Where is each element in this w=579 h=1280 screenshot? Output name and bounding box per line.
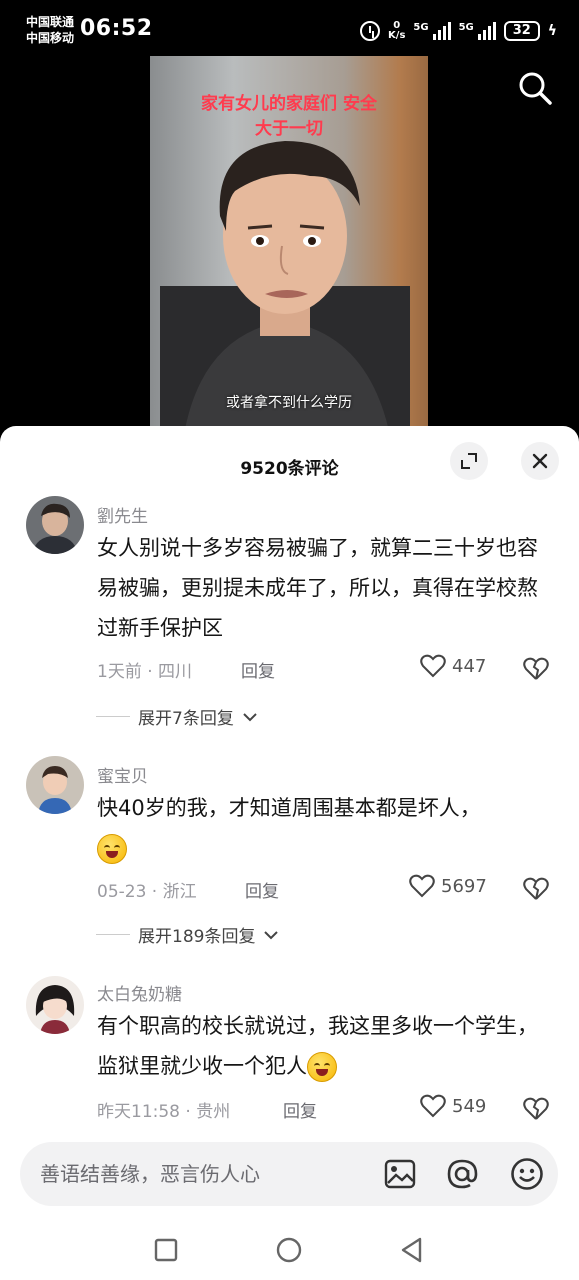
video-player[interactable]: 家有女儿的家庭们 安全 大于一切 或者拿不到什么学历	[150, 56, 428, 436]
grin-emoji-icon	[307, 1052, 337, 1082]
signal-2-icon: 5G	[459, 22, 496, 40]
comment-author[interactable]: 太白兔奶糖	[97, 980, 182, 1005]
heart-icon	[409, 874, 435, 898]
heart-icon	[420, 654, 446, 678]
video-area[interactable]: 家有女儿的家庭们 安全 大于一切 或者拿不到什么学历	[0, 56, 579, 436]
avatar[interactable]	[26, 756, 84, 814]
charging-icon: ϟ	[547, 23, 557, 39]
avatar[interactable]	[26, 496, 84, 554]
chevron-down-icon	[243, 712, 257, 721]
broken-heart-icon[interactable]	[523, 876, 549, 902]
video-title: 家有女儿的家庭们 安全 大于一切	[150, 92, 428, 142]
comment-text: 女人别说十多岁容易被骗了，就算二三十岁也容易被骗，更别提未成年了，所以，真得在学…	[97, 536, 538, 640]
comment-author[interactable]: 蜜宝贝	[97, 762, 148, 787]
comment-meta: 05-23 · 浙江	[97, 882, 197, 902]
comment-input[interactable]	[40, 1142, 360, 1206]
net-speed: 0 K/s	[388, 21, 405, 41]
video-person-image	[160, 141, 410, 436]
carrier-labels: 中国联通 中国移动	[26, 14, 74, 46]
like-button[interactable]: 5697	[409, 874, 487, 898]
avatar[interactable]	[26, 976, 84, 1034]
expand-replies-button[interactable]: 展开189条回复	[96, 922, 279, 947]
carrier-1: 中国联通	[26, 15, 75, 29]
comment-text: 有个职高的校长就说过，我这里多收一个学生，监狱里就少收一个犯人	[97, 1006, 557, 1086]
comment-text-body: 快40岁的我，才知道周围基本都是坏人，	[97, 796, 481, 820]
status-time: 06:52	[80, 16, 153, 41]
like-count: 447	[452, 655, 487, 677]
signal-1-icon: 5G	[413, 22, 451, 40]
like-button[interactable]: 549	[420, 1094, 486, 1118]
close-icon	[532, 453, 548, 469]
at-icon	[447, 1159, 478, 1189]
nav-circle-icon[interactable]	[275, 1236, 303, 1264]
reply-button[interactable]: 回复	[245, 877, 279, 902]
comments-count-title: 9520条评论	[240, 459, 339, 479]
close-button[interactable]	[521, 442, 559, 480]
net-speed-unit: K/s	[388, 30, 406, 41]
search-icon[interactable]	[517, 70, 553, 106]
video-subtitle: 或者拿不到什么学历	[226, 395, 352, 411]
expand-replies-label: 展开7条回复	[138, 709, 234, 729]
expand-button[interactable]	[450, 442, 488, 480]
expand-icon	[461, 453, 477, 469]
like-button[interactable]: 447	[420, 654, 486, 678]
like-count: 549	[452, 1095, 487, 1117]
laugh-sweat-emoji-icon	[97, 834, 127, 864]
signal-2-label: 5G	[458, 22, 474, 33]
chevron-down-icon	[264, 930, 279, 939]
nav-square-icon[interactable]	[152, 1236, 180, 1264]
comment-meta: 1天前 · 四川	[97, 662, 193, 682]
reply-button[interactable]: 回复	[283, 1097, 317, 1122]
carrier-2: 中国移动	[26, 31, 75, 45]
image-icon	[384, 1159, 416, 1189]
expand-replies-button[interactable]: 展开7条回复	[96, 704, 258, 729]
video-title-line-1: 家有女儿的家庭们 安全	[201, 94, 377, 114]
mention-button[interactable]	[444, 1156, 480, 1192]
comment-meta: 昨天11:58 · 贵州	[97, 1102, 231, 1122]
video-title-line-2: 大于一切	[255, 119, 323, 139]
emoji-button[interactable]	[509, 1156, 545, 1192]
emoji-icon	[511, 1158, 543, 1190]
comment-text: 快40岁的我，才知道周围基本都是坏人，	[97, 788, 557, 868]
broken-heart-icon[interactable]	[523, 656, 549, 682]
battery-indicator: 32	[503, 21, 540, 41]
comment-author[interactable]: 劉先生	[97, 502, 148, 527]
status-icons: 0 K/s 5G 5G 32 ϟ	[360, 18, 557, 44]
reply-button[interactable]: 回复	[241, 657, 275, 682]
broken-heart-icon[interactable]	[523, 1096, 549, 1122]
image-button[interactable]	[382, 1156, 418, 1192]
expand-replies-label: 展开189条回复	[138, 927, 256, 947]
status-bar: 中国联通 中国移动 06:52 0 K/s 5G 5G 32 ϟ	[0, 0, 579, 56]
like-count: 5697	[441, 875, 487, 897]
nav-back-icon[interactable]	[398, 1236, 426, 1264]
heart-icon	[420, 1094, 446, 1118]
alarm-icon	[360, 21, 381, 41]
comment-input-bar	[20, 1142, 558, 1206]
system-nav-bar	[0, 1216, 579, 1280]
signal-1-label: 5G	[413, 22, 429, 33]
